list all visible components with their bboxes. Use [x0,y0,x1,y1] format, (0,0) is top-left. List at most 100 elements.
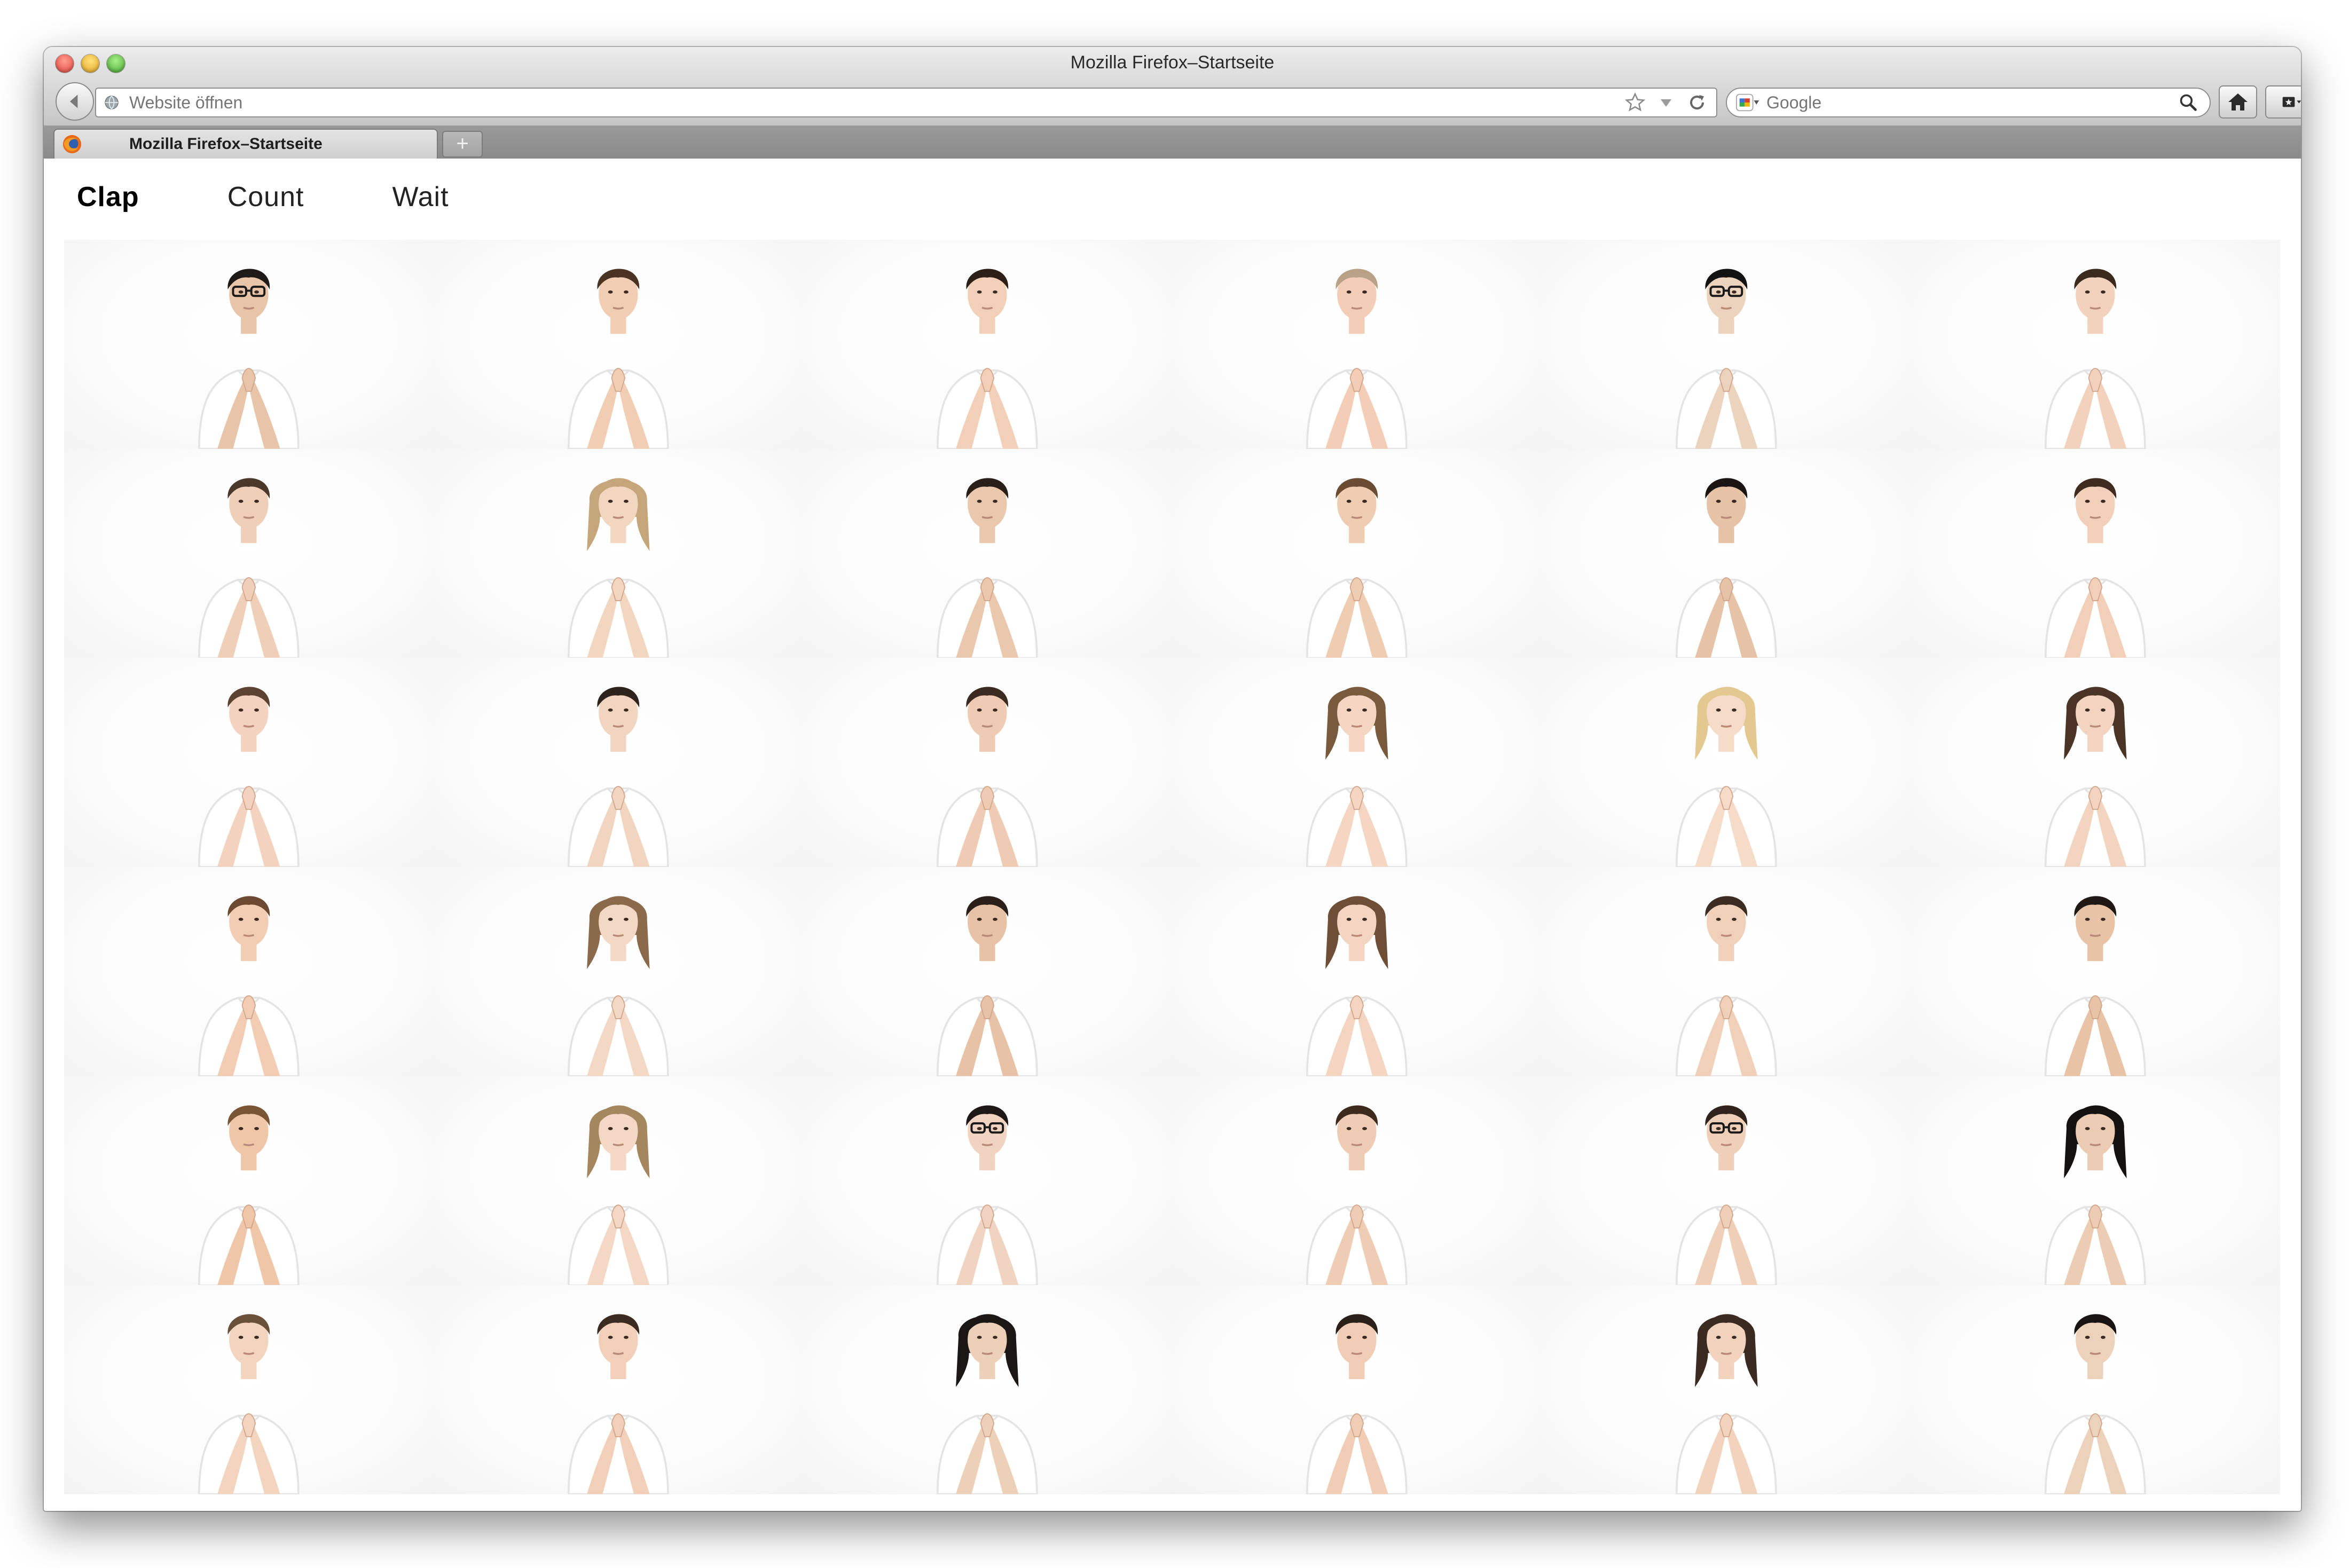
portrait-grid [64,240,2280,1494]
bookmarks-icon [2282,97,2301,107]
person-portrait [1306,478,1408,658]
portrait-tile[interactable] [803,866,1172,1076]
page-content: Clap Count Wait [44,159,2301,1511]
bookmarks-menu-button[interactable] [2265,85,2301,119]
person-portrait [198,1314,300,1494]
portrait-tile[interactable] [1911,448,2280,658]
person-portrait [567,687,669,867]
browser-toolbar: Mozilla Firefox–Startseite [44,47,2301,127]
bookmark-star-icon[interactable] [1624,92,1646,113]
search-icon[interactable] [2179,93,2198,112]
portrait-tile[interactable] [1172,448,1542,658]
person-portrait [1675,896,1777,1076]
person-portrait [937,687,1039,867]
person-portrait [1675,687,1777,867]
portrait-tile[interactable] [433,866,803,1076]
person-portrait [2045,896,2147,1076]
portrait-tile[interactable] [1541,448,1911,658]
person-portrait [2045,1314,2147,1494]
portrait-tile[interactable] [64,658,434,867]
firefox-icon [62,135,82,154]
portrait-tile[interactable] [64,866,434,1076]
portrait-tile[interactable] [803,240,1172,449]
person-portrait [1306,1105,1408,1286]
portrait-tile[interactable] [803,658,1172,867]
person-portrait [1306,269,1408,449]
person-portrait [198,478,300,658]
portrait-tile[interactable] [1172,240,1542,449]
person-portrait [937,1105,1039,1286]
nav-item-wait[interactable]: Wait [392,181,449,213]
person-portrait [2045,687,2147,867]
person-portrait [198,896,300,1076]
person-portrait [937,896,1039,1076]
portrait-tile[interactable] [803,1285,1172,1494]
url-input[interactable] [128,92,1624,113]
portrait-tile[interactable] [1172,866,1542,1076]
nav-item-clap[interactable]: Clap [77,181,139,213]
portrait-tile[interactable] [1172,658,1542,867]
person-portrait [1675,1314,1777,1494]
person-portrait [1306,687,1408,867]
back-button[interactable] [56,82,94,121]
tab-firefox-startpage[interactable]: Mozilla Firefox–Startseite [53,129,438,159]
portrait-tile[interactable] [433,658,803,867]
person-portrait [937,1314,1039,1494]
portrait-tile[interactable] [1911,1285,2280,1494]
person-portrait [937,269,1039,449]
person-portrait [1675,478,1777,658]
portrait-tile[interactable] [803,1076,1172,1286]
home-button[interactable] [2219,85,2257,119]
browser-window: Mozilla Firefox–Startseite Website öffne… [44,47,2301,1511]
search-engine-selector[interactable] [1735,92,1760,113]
history-dropdown-icon[interactable] [1655,92,1677,113]
portrait-tile[interactable] [1541,1285,1911,1494]
reload-icon[interactable] [1686,92,1708,113]
portrait-tile[interactable] [64,240,434,449]
tab-strip: Mozilla Firefox–Startseite + [44,125,2301,159]
person-portrait [567,478,669,658]
portrait-tile[interactable] [1541,866,1911,1076]
portrait-tile[interactable] [1541,240,1911,449]
portrait-tile[interactable] [64,1285,434,1494]
address-bar[interactable] [95,88,1717,117]
portrait-tile[interactable] [803,448,1172,658]
person-portrait [937,478,1039,658]
google-logo-icon [1735,93,1759,112]
portrait-tile[interactable] [1911,866,2280,1076]
person-portrait [1675,1105,1777,1286]
portrait-tile[interactable] [1911,658,2280,867]
portrait-tile[interactable] [1172,1285,1542,1494]
portrait-tile[interactable] [433,1076,803,1286]
nav-item-count[interactable]: Count [227,181,304,213]
new-tab-button[interactable]: + [442,131,483,157]
search-bar[interactable] [1726,88,2211,117]
portrait-tile[interactable] [433,448,803,658]
search-input[interactable] [1765,92,2179,113]
person-portrait [1306,1314,1408,1494]
person-portrait [198,269,300,449]
portrait-tile[interactable] [433,240,803,449]
person-portrait [1306,896,1408,1076]
portrait-tile[interactable] [64,448,434,658]
portrait-tile[interactable] [1541,658,1911,867]
portrait-tile[interactable] [433,1285,803,1494]
person-portrait [567,1314,669,1494]
portrait-tile[interactable] [1541,1076,1911,1286]
window-title: Mozilla Firefox–Startseite [1070,52,1275,73]
portrait-tile[interactable] [64,1076,434,1286]
portrait-tile[interactable] [1911,1076,2280,1286]
main-nav: Clap Count Wait [77,181,449,213]
person-portrait [567,1105,669,1286]
person-portrait [1675,269,1777,449]
person-portrait [2045,1105,2147,1286]
home-icon [2228,93,2248,111]
back-arrow-icon [70,94,78,108]
person-portrait [198,1105,300,1286]
person-portrait [567,269,669,449]
portrait-tile[interactable] [1172,1076,1542,1286]
globe-icon [105,96,119,109]
person-portrait [2045,478,2147,658]
person-portrait [2045,269,2147,449]
portrait-tile[interactable] [1911,240,2280,449]
